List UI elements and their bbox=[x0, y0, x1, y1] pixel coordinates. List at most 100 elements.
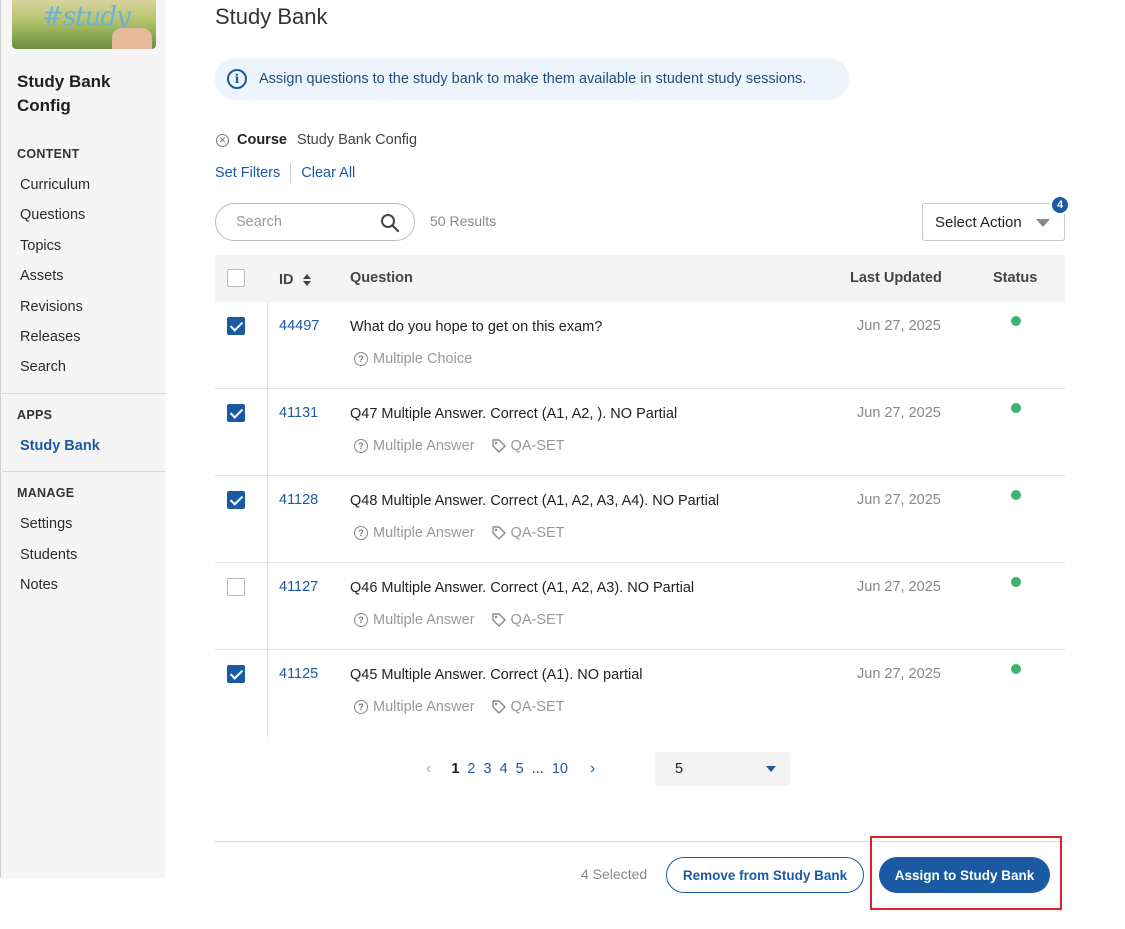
last-updated-date: Jun 27, 2025 bbox=[857, 492, 941, 508]
question-type: Multiple Answer bbox=[373, 525, 475, 541]
set-filters-link[interactable]: Set Filters bbox=[215, 165, 280, 181]
table-row: 41125 Q45 Multiple Answer. Correct (A1).… bbox=[215, 650, 1065, 737]
row-checkbox[interactable] bbox=[227, 491, 245, 509]
question-meta: ? Multiple Answer QA-SET bbox=[354, 525, 565, 541]
question-type-icon: ? bbox=[354, 613, 368, 627]
sidebar-item-notes[interactable]: Notes bbox=[20, 577, 58, 593]
remove-from-study-bank-button[interactable]: Remove from Study Bank bbox=[666, 857, 864, 893]
footer-divider bbox=[215, 841, 1065, 842]
question-type-icon: ? bbox=[354, 439, 368, 453]
sort-icon[interactable] bbox=[302, 273, 312, 287]
table-row: 44497 What do you hope to get on this ex… bbox=[215, 302, 1065, 389]
question-type-icon: ? bbox=[354, 700, 368, 714]
results-count: 50 Results bbox=[430, 213, 497, 229]
page-link[interactable]: 10 bbox=[552, 761, 568, 777]
pagination-ellipsis: ... bbox=[531, 761, 544, 777]
sidebar-item-questions[interactable]: Questions bbox=[20, 207, 85, 223]
page-link[interactable]: 3 bbox=[483, 761, 491, 777]
column-header-id-label: ID bbox=[279, 272, 294, 288]
sidebar-item-topics[interactable]: Topics bbox=[20, 238, 61, 254]
chevron-right-icon[interactable]: › bbox=[590, 760, 595, 778]
last-updated-date: Jun 27, 2025 bbox=[857, 579, 941, 595]
section-content: CONTENT bbox=[17, 147, 80, 161]
last-updated-date: Jun 27, 2025 bbox=[857, 318, 941, 334]
select-action-dropdown[interactable]: Select Action 4 bbox=[922, 195, 1070, 241]
question-id-link[interactable]: 41127 bbox=[279, 579, 318, 595]
row-divider bbox=[267, 476, 268, 563]
search-icon[interactable] bbox=[380, 213, 400, 233]
last-updated-date: Jun 27, 2025 bbox=[857, 666, 941, 682]
thumbnail-hand-image bbox=[112, 28, 152, 49]
last-updated-date: Jun 27, 2025 bbox=[857, 405, 941, 421]
section-apps: APPS bbox=[17, 408, 53, 422]
question-type: Multiple Choice bbox=[373, 351, 473, 367]
question-text: Q45 Multiple Answer. Correct (A1). NO pa… bbox=[350, 667, 643, 683]
info-banner: i Assign questions to the study bank to … bbox=[215, 58, 849, 100]
sidebar-item-search[interactable]: Search bbox=[20, 359, 66, 375]
active-filter: ✕ Course Study Bank Config bbox=[216, 132, 417, 148]
table-header: ID Question Last Updated Status bbox=[215, 255, 1065, 302]
sidebar: #study Study Bank Config CONTENT Curricu… bbox=[0, 0, 166, 878]
selected-count-badge: 4 bbox=[1050, 195, 1070, 215]
question-type: Multiple Answer bbox=[373, 438, 475, 454]
course-title: Study Bank Config bbox=[17, 72, 111, 115]
question-meta: ? Multiple Answer QA-SET bbox=[354, 612, 565, 628]
search-input[interactable] bbox=[236, 214, 376, 230]
status-dot bbox=[1011, 490, 1021, 500]
filter-links: Set Filters Clear All bbox=[215, 163, 355, 183]
column-header-last-updated: Last Updated bbox=[850, 270, 942, 286]
section-manage: MANAGE bbox=[17, 486, 75, 500]
tag-icon bbox=[491, 613, 506, 627]
clear-all-link[interactable]: Clear All bbox=[301, 165, 355, 181]
question-id-link[interactable]: 41131 bbox=[279, 405, 318, 421]
page-link[interactable]: 4 bbox=[500, 761, 508, 777]
question-meta: ? Multiple Answer QA-SET bbox=[354, 699, 565, 715]
question-text: Q48 Multiple Answer. Correct (A1, A2, A3… bbox=[350, 493, 720, 509]
page-link[interactable]: 2 bbox=[467, 761, 475, 777]
page-link[interactable]: 1 bbox=[451, 761, 459, 777]
question-text: What do you hope to get on this exam? bbox=[350, 319, 603, 335]
pagination: ‹ 1 2 3 4 5 ... 10 › bbox=[426, 760, 595, 778]
row-checkbox[interactable] bbox=[227, 404, 245, 422]
question-meta: ? Multiple Choice bbox=[354, 351, 472, 367]
link-separator bbox=[290, 163, 292, 183]
question-tag: QA-SET bbox=[510, 612, 565, 628]
remove-filter-icon[interactable]: ✕ bbox=[216, 133, 229, 147]
status-dot bbox=[1011, 577, 1021, 587]
column-header-id[interactable]: ID bbox=[279, 272, 312, 288]
selected-count: 4 Selected bbox=[581, 866, 648, 882]
row-divider bbox=[267, 389, 268, 476]
select-all-checkbox[interactable] bbox=[227, 269, 245, 287]
row-checkbox[interactable] bbox=[227, 665, 245, 683]
question-id-link[interactable]: 41128 bbox=[279, 492, 318, 508]
tag-icon bbox=[491, 700, 506, 714]
status-dot bbox=[1011, 316, 1021, 326]
status-dot bbox=[1011, 664, 1021, 674]
row-checkbox[interactable] bbox=[227, 317, 245, 335]
question-text: Q47 Multiple Answer. Correct (A1, A2, ).… bbox=[350, 406, 678, 422]
question-text: Q46 Multiple Answer. Correct (A1, A2, A3… bbox=[350, 580, 695, 596]
question-tag: QA-SET bbox=[510, 699, 565, 715]
sidebar-item-students[interactable]: Students bbox=[20, 547, 77, 563]
search-box bbox=[215, 203, 415, 241]
sidebar-divider bbox=[2, 393, 166, 394]
filter-label: Course bbox=[237, 132, 287, 148]
sidebar-item-assets[interactable]: Assets bbox=[20, 268, 64, 284]
status-dot bbox=[1011, 403, 1021, 413]
page-link[interactable]: 5 bbox=[516, 761, 524, 777]
sidebar-item-curriculum[interactable]: Curriculum bbox=[20, 177, 90, 193]
sidebar-item-releases[interactable]: Releases bbox=[20, 329, 80, 345]
column-header-status: Status bbox=[993, 270, 1038, 286]
sidebar-item-settings[interactable]: Settings bbox=[20, 516, 72, 532]
per-page-select[interactable]: 5 bbox=[655, 752, 790, 786]
table-row: 41127 Q46 Multiple Answer. Correct (A1, … bbox=[215, 563, 1065, 650]
question-id-link[interactable]: 44497 bbox=[279, 318, 319, 334]
sidebar-item-study-bank[interactable]: Study Bank bbox=[20, 438, 100, 454]
row-checkbox[interactable] bbox=[227, 578, 245, 596]
question-meta: ? Multiple Answer QA-SET bbox=[354, 438, 565, 454]
sidebar-item-revisions[interactable]: Revisions bbox=[20, 299, 83, 315]
chevron-left-icon[interactable]: ‹ bbox=[426, 760, 431, 778]
question-id-link[interactable]: 41125 bbox=[279, 666, 318, 682]
filter-value: Study Bank Config bbox=[296, 132, 418, 148]
assign-to-study-bank-button[interactable]: Assign to Study Bank bbox=[879, 857, 1050, 893]
